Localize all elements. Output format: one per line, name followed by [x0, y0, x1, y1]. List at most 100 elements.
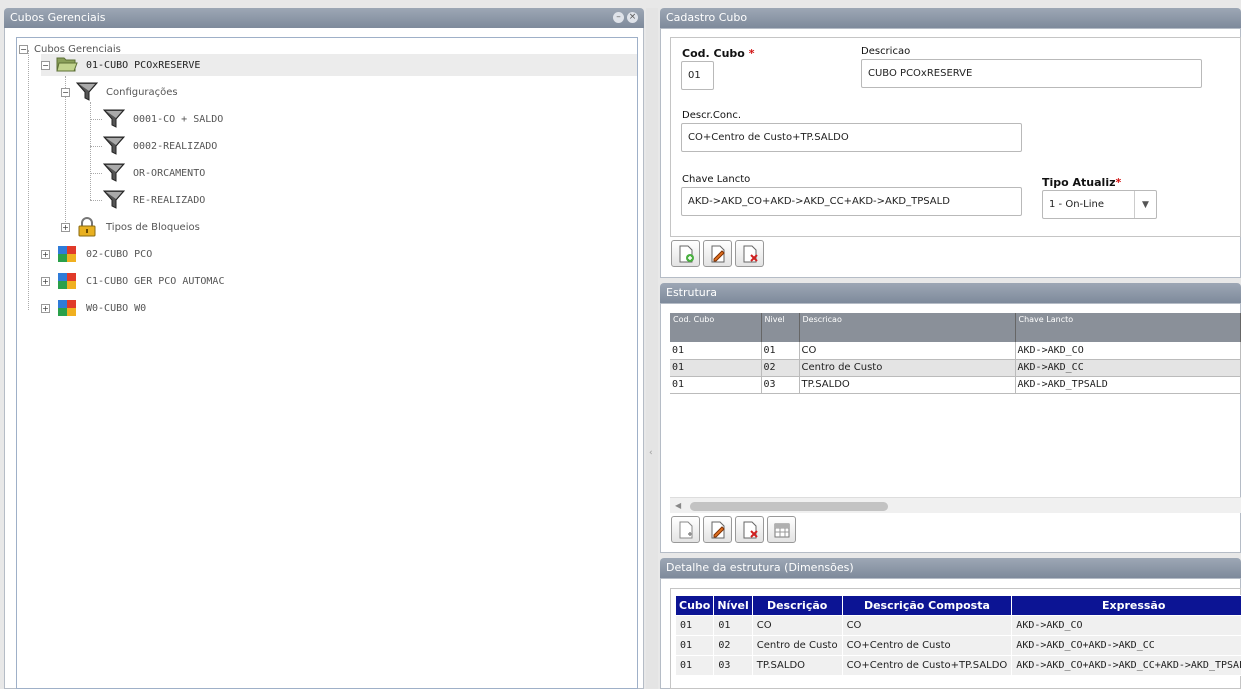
table-row[interactable]: 01 03 TP.SALDO CO+Centro de Custo+TP.SAL… [674, 655, 1241, 676]
table-cell: CO+Centro de Custo+TP.SALDO [841, 655, 1013, 676]
column-header[interactable]: Descrição [751, 595, 843, 616]
table-cell: 02 [713, 635, 753, 656]
structure-grid-button[interactable] [767, 516, 796, 543]
column-header[interactable]: Descricao [799, 313, 1016, 342]
tree-node-label: 01-CUBO PCOxRESERVE [86, 59, 201, 71]
document-delete-icon [743, 245, 758, 262]
table-cell: 03 [761, 376, 800, 394]
table-cell: AKD->AKD_CO [1011, 615, 1241, 636]
table-cell: 01 [761, 342, 800, 360]
table-cell: AKD->AKD_CO [1015, 342, 1241, 360]
tree-node-cube-01[interactable]: − 01-CUBO PCOxRESERVE [41, 54, 637, 76]
column-header[interactable]: Chave Lancto [1015, 313, 1241, 342]
table-row[interactable]: 01 03 TP.SALDO AKD->AKD_TPSALD [670, 376, 1241, 394]
expand-icon[interactable]: + [41, 276, 50, 286]
tree-node-config-item[interactable]: RE-REALIZADO [102, 189, 403, 211]
document-edit-icon [711, 521, 725, 538]
add-level-button[interactable] [671, 516, 700, 543]
add-record-button[interactable] [671, 240, 700, 267]
table-cell: 01 [670, 342, 762, 360]
tree-connector [90, 146, 102, 147]
chevron-left-icon[interactable]: ‹ [649, 448, 653, 458]
descricao-label: Descricao [861, 46, 911, 57]
tipo-atualiz-value: 1 - On-Line [1049, 199, 1104, 210]
descricao-input[interactable]: CUBO PCOxRESERVE [861, 59, 1202, 88]
document-add-icon [679, 245, 694, 262]
tree-node-tipos-bloqueios[interactable]: + Tipos de Bloqueios [61, 216, 361, 238]
tree-node-config-item[interactable]: OR-ORCAMENTO [102, 162, 403, 184]
table-cell: Centro de Custo [751, 635, 843, 656]
funnel-icon [102, 109, 126, 129]
minimize-icon[interactable]: – [613, 12, 624, 23]
funnel-icon [102, 136, 126, 156]
edit-record-button[interactable] [703, 240, 732, 267]
scrollbar-thumb[interactable] [690, 502, 888, 511]
table-cell: CO [799, 342, 1016, 360]
column-header[interactable]: Cubo [674, 595, 715, 616]
scroll-left-icon[interactable]: ◀ [675, 501, 681, 510]
expand-icon[interactable]: + [41, 303, 50, 313]
table-row[interactable]: 01 02 Centro de Custo CO+Centro de Custo… [674, 635, 1241, 656]
tree-node-configuracoes[interactable]: − Configurações [61, 81, 361, 103]
lock-icon [76, 217, 98, 237]
horizontal-scrollbar[interactable]: ◀ [670, 497, 1241, 513]
table-row[interactable]: 01 01 CO AKD->AKD_CO [670, 342, 1241, 360]
tree-node-cube-02[interactable]: + 02-CUBO PCO [41, 243, 341, 265]
table-row[interactable]: 01 02 Centro de Custo AKD->AKD_CC [670, 359, 1241, 377]
column-header[interactable]: Cod. Cubo [670, 313, 762, 342]
cube-icon [56, 298, 78, 318]
cube-tree: − Cubos Gerenciais − 01-CUBO PCOxRESERVE… [16, 37, 638, 689]
tree-connector [90, 119, 102, 120]
tree-node-config-item[interactable]: 0002-REALIZADO [102, 135, 403, 157]
descr-conc-label: Descr.Conc. [682, 110, 742, 121]
table-cell: AKD->AKD_CO+AKD->AKD_CC [1011, 635, 1241, 656]
tree-node-label: Tipos de Bloqueios [106, 221, 200, 233]
collapse-icon[interactable]: − [19, 44, 28, 54]
document-add-icon [679, 521, 692, 538]
edit-level-button[interactable] [703, 516, 732, 543]
column-header[interactable]: Expressão [1011, 595, 1241, 616]
table-cell: 01 [713, 615, 753, 636]
table-cell: 01 [670, 376, 762, 394]
table-cell: CO [751, 615, 843, 636]
left-panel-title: Cubos Gerenciais [10, 11, 106, 24]
table-cell: 03 [713, 655, 753, 676]
collapse-icon[interactable]: − [61, 87, 70, 97]
expand-icon[interactable]: + [41, 249, 50, 259]
grid-header-row: Cubo Nível Descrição Descrição Composta … [674, 595, 1241, 616]
document-edit-icon [711, 245, 725, 262]
funnel-icon [75, 82, 99, 102]
column-header[interactable]: Nível [713, 595, 753, 616]
chave-lancto-label: Chave Lancto [682, 174, 751, 185]
tree-node-label: Cubos Gerenciais [34, 43, 121, 55]
close-icon[interactable]: × [627, 12, 638, 23]
left-panel-header: Cubos Gerenciais – × [4, 8, 644, 28]
table-cell: CO [841, 615, 1013, 636]
table-grid-icon [774, 523, 789, 537]
delete-level-button[interactable] [735, 516, 764, 543]
tree-node-config-item[interactable]: 0001-CO + SALDO [102, 108, 403, 130]
tipo-atualiz-select[interactable]: 1 - On-Line ▼ [1042, 190, 1157, 219]
collapse-icon[interactable]: − [41, 60, 50, 70]
delete-record-button[interactable] [735, 240, 764, 267]
detalhe-grid: Cubo Nível Descrição Descrição Composta … [674, 595, 1241, 676]
estrutura-grid: Cod. Cubo Nivel Descricao Chave Lancto 0… [670, 313, 1241, 394]
chave-lancto-input[interactable]: AKD->AKD_CO+AKD->AKD_CC+AKD->AKD_TPSALD [681, 187, 1022, 216]
expand-icon[interactable]: + [61, 222, 70, 232]
tree-node-label: 02-CUBO PCO [86, 248, 153, 260]
table-cell: AKD->AKD_CC [1015, 359, 1241, 377]
table-row[interactable]: 01 01 CO CO AKD->AKD_CO [674, 615, 1241, 636]
column-header[interactable]: Descrição Composta [841, 595, 1013, 616]
cube-icon [56, 244, 78, 264]
descr-conc-input[interactable]: CO+Centro de Custo+TP.SALDO [681, 123, 1022, 152]
tree-node-label: 0002-REALIZADO [133, 140, 218, 152]
splitter-handle[interactable]: ‹ [646, 8, 658, 689]
tree-node-label: OR-ORCAMENTO [133, 167, 206, 179]
tree-node-cube-w0[interactable]: + W0-CUBO W0 [41, 297, 341, 319]
cod-cubo-input[interactable]: 01 [681, 61, 714, 90]
tree-node-cube-c1[interactable]: + C1-CUBO GER PCO AUTOMAC [41, 270, 341, 292]
chevron-down-icon[interactable]: ▼ [1134, 191, 1156, 218]
tree-connector [28, 50, 29, 310]
table-cell: 01 [674, 655, 715, 676]
column-header[interactable]: Nivel [761, 313, 800, 342]
